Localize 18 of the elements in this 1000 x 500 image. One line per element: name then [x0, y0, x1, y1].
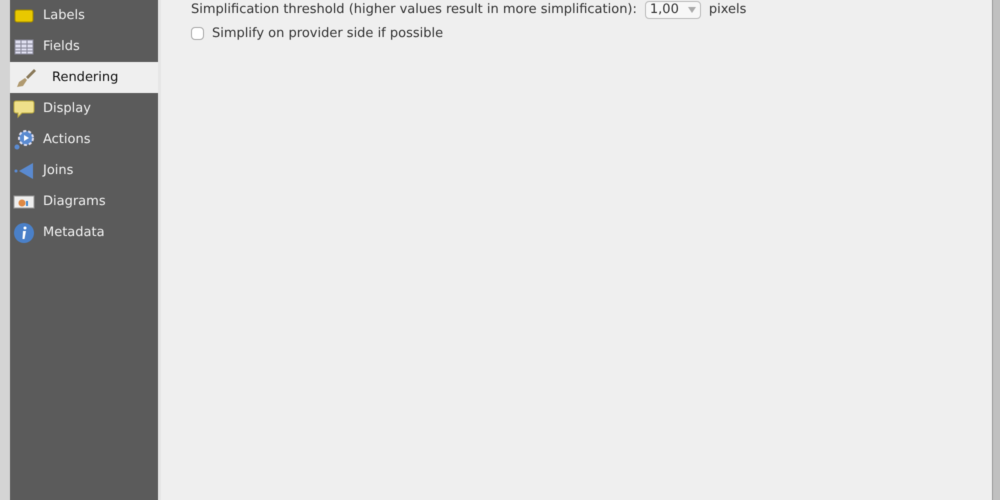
- brush-icon: [16, 66, 38, 88]
- sidebar-item[interactable]: Fields: [10, 31, 158, 62]
- sidebar-item[interactable]: Metadata: [10, 217, 158, 248]
- sidebar-item[interactable]: Rendering: [10, 62, 158, 93]
- threshold-spinbox[interactable]: 1,00: [644, 1, 701, 19]
- info-icon: [13, 222, 35, 244]
- sidebar-item[interactable]: Joins: [10, 155, 158, 186]
- checkbox[interactable]: [191, 27, 204, 40]
- gear-icon: [13, 128, 35, 150]
- sidebar-item[interactable]: Display: [10, 93, 158, 124]
- checkbox-label: Simplify on provider side if possible: [212, 25, 444, 43]
- spin-down-icon[interactable]: [688, 7, 696, 13]
- unit-label: pixels: [708, 1, 746, 20]
- sidebar-item[interactable]: Diagrams: [10, 186, 158, 217]
- sidebar-item[interactable]: Labels: [10, 0, 158, 31]
- sidebar-item[interactable]: Actions: [10, 124, 158, 155]
- speech-bubble-icon: [13, 98, 35, 120]
- threshold-label: Simplification threshold (higher values result in more simplification):: [191, 1, 637, 20]
